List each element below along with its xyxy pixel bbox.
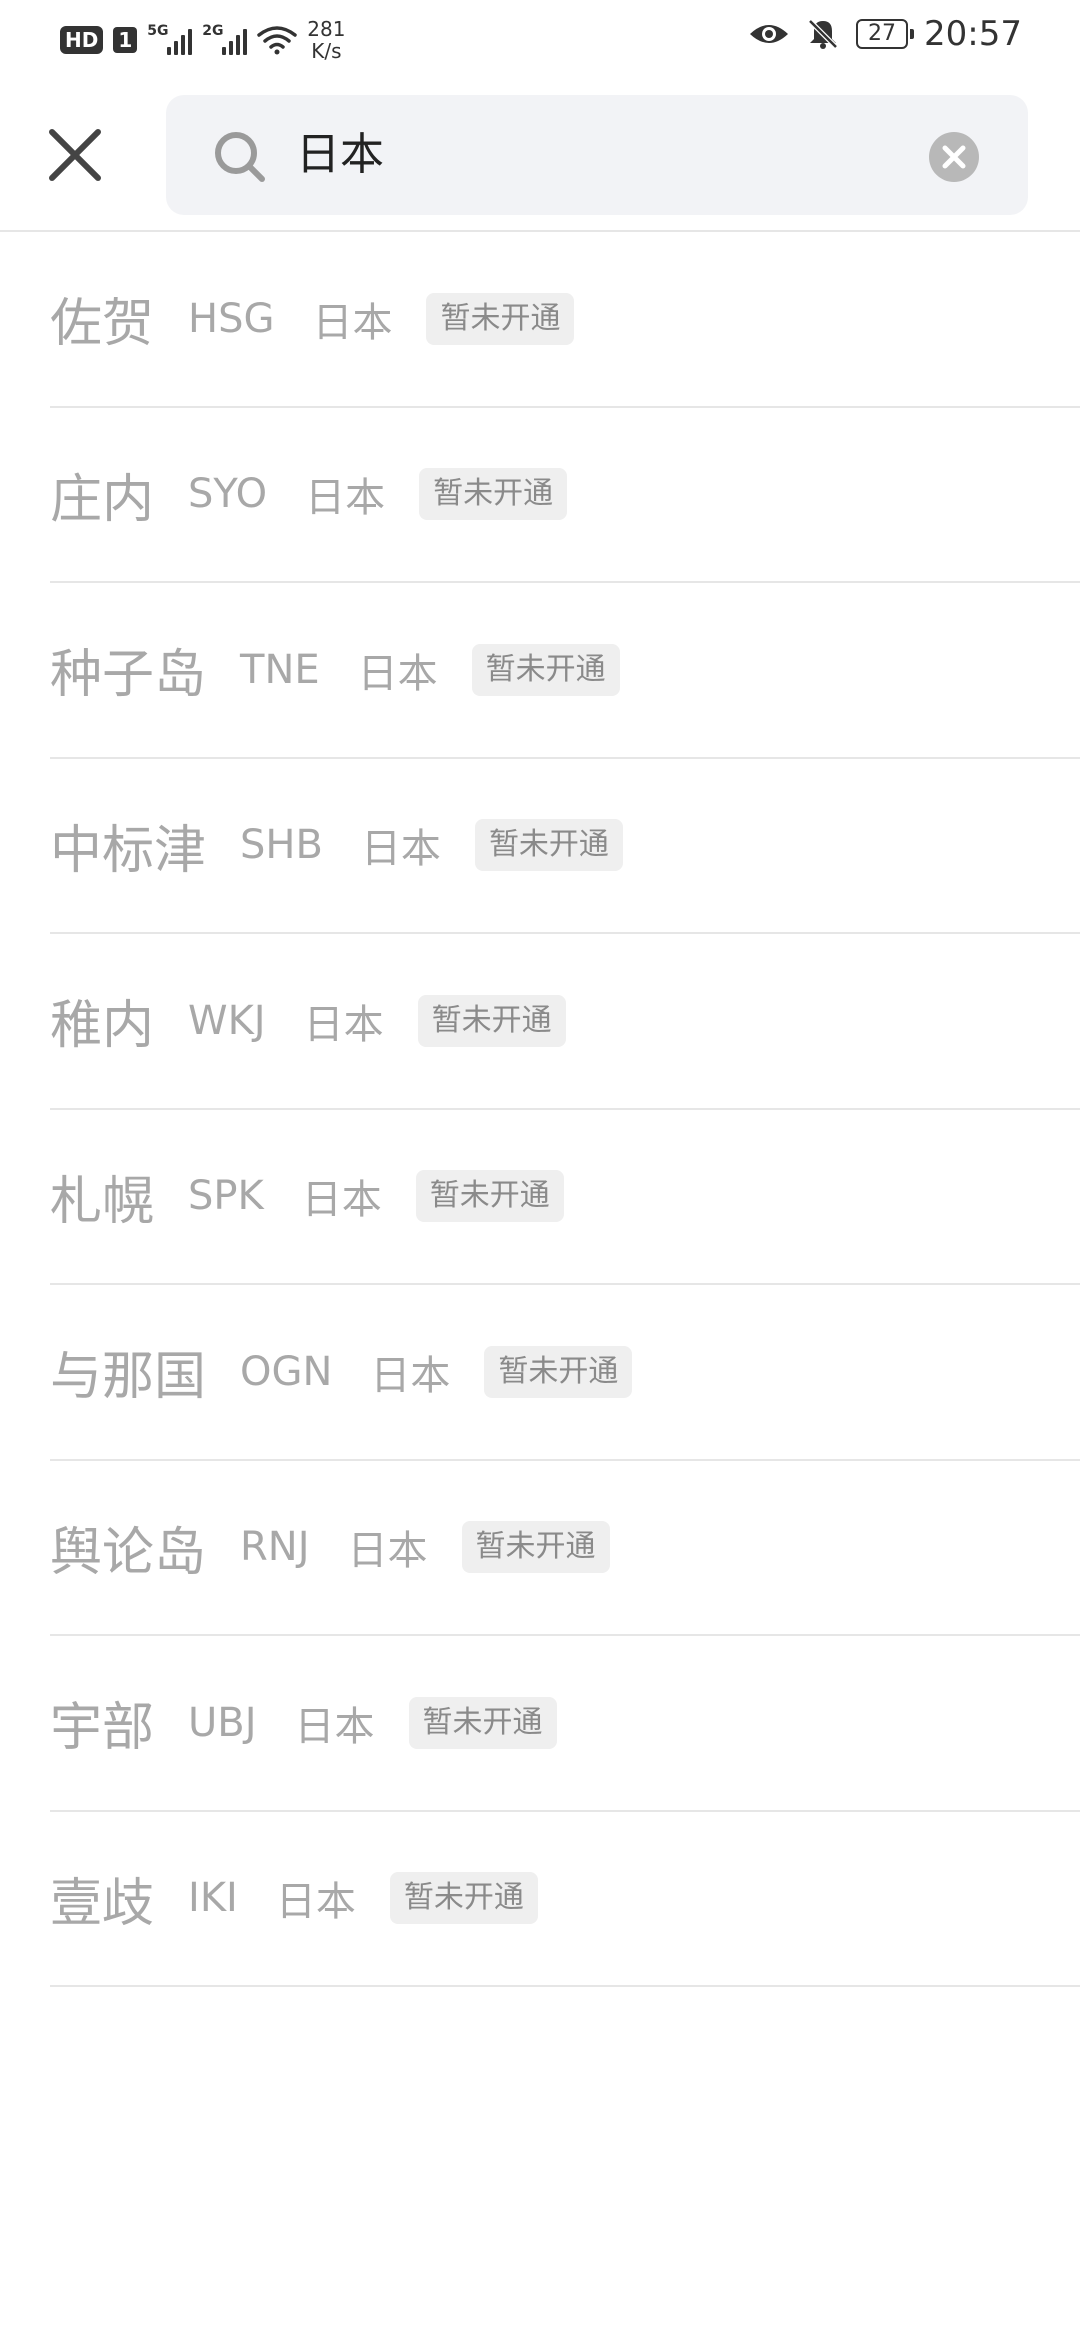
country-name: 日本: [347, 1528, 428, 1575]
list-item[interactable]: 宇部 UBJ 日本 暂未开通: [50, 1636, 1080, 1812]
status-badge: 暂未开通: [484, 1345, 633, 1398]
status-badge: 暂未开通: [417, 994, 566, 1047]
search-box[interactable]: [166, 95, 1028, 215]
airport-code: SPK: [188, 1173, 264, 1220]
status-badge: 暂未开通: [389, 1872, 538, 1925]
status-badge: 暂未开通: [415, 1170, 564, 1223]
speed-value: 281: [307, 17, 346, 41]
list-item[interactable]: 壹歧 IKI 日本 暂未开通: [50, 1812, 1080, 1987]
list-item[interactable]: 庄内 SYO 日本 暂未开通: [50, 408, 1080, 583]
airport-code: WKJ: [188, 997, 266, 1044]
country-name: 日本: [312, 299, 393, 346]
status-badge: 暂未开通: [426, 292, 575, 345]
city-name: 佐贺: [50, 294, 155, 355]
network-type-2: 2G: [202, 23, 224, 39]
airport-code: HSG: [188, 295, 275, 342]
hd-badge: HD: [60, 26, 104, 54]
status-badge: 暂未开通: [461, 1521, 610, 1574]
list-item[interactable]: 与那国 OGN 日本 暂未开通: [50, 1285, 1080, 1461]
city-name: 舆论岛: [50, 1522, 207, 1583]
airport-code: OGN: [240, 1348, 333, 1395]
signal-icon: 5G: [147, 23, 193, 55]
status-left: HD 1 5G 2G 281 K/s: [60, 18, 345, 62]
list-item[interactable]: 中标津 SHB 日本 暂未开通: [50, 759, 1080, 934]
speed-unit: K/s: [311, 39, 342, 63]
status-badge: 暂未开通: [471, 643, 620, 696]
sim-slot-badge: 1: [113, 27, 138, 53]
list-item[interactable]: 舆论岛 RNJ 日本 暂未开通: [50, 1461, 1080, 1636]
country-name: 日本: [360, 826, 441, 873]
search-input[interactable]: [296, 123, 896, 187]
battery-icon: 27: [856, 19, 915, 49]
close-icon[interactable]: [40, 120, 110, 190]
list-item[interactable]: 稚内 WKJ 日本 暂未开通: [50, 934, 1080, 1110]
country-name: 日本: [294, 1703, 375, 1750]
airport-code: UBJ: [188, 1699, 257, 1746]
airport-code: RNJ: [240, 1524, 310, 1571]
country-name: 日本: [301, 1177, 382, 1224]
signal-icon-2: 2G: [202, 23, 248, 55]
clear-icon[interactable]: [928, 131, 980, 183]
city-name: 庄内: [50, 469, 155, 530]
eye-icon: [750, 25, 789, 43]
country-name: 日本: [275, 1879, 356, 1926]
search-header: [0, 90, 1080, 230]
search-icon: [215, 132, 265, 182]
list-item[interactable]: 佐贺 HSG 日本 暂未开通: [50, 232, 1080, 408]
search-page: HD 1 5G 2G 281 K/s 27 20:57 日本 佐贺 HSG 日本…: [0, 0, 1080, 2340]
city-name: 札幌: [50, 1171, 155, 1232]
airport-code: SHB: [240, 822, 323, 869]
clock: 20:57: [924, 14, 1022, 54]
country-name: 日本: [303, 1001, 384, 1048]
status-badge: 暂未开通: [408, 1696, 557, 1749]
status-badge: 暂未开通: [474, 819, 623, 872]
network-type-1: 5G: [147, 23, 169, 39]
status-right: 27 20:57: [748, 14, 1022, 54]
city-name: 中标津: [50, 820, 207, 881]
city-name: 与那国: [50, 1347, 207, 1408]
list-item[interactable]: 种子岛 TNE 日本 暂未开通: [50, 583, 1080, 759]
status-badge: 暂未开通: [419, 468, 568, 521]
status-bar: HD 1 5G 2G 281 K/s 27 20:57: [0, 0, 1080, 80]
airport-code: IKI: [188, 1875, 238, 1922]
network-speed: 281 K/s: [307, 18, 345, 62]
city-name: 稚内: [50, 996, 155, 1057]
city-name: 宇部: [50, 1698, 155, 1759]
country-name: 日本: [370, 1352, 451, 1399]
country-name: 日本: [305, 475, 386, 522]
bell-muted-icon: [808, 19, 838, 49]
list-item[interactable]: 札幌 SPK 日本 暂未开通: [50, 1110, 1080, 1285]
airport-code: SYO: [188, 471, 268, 518]
city-name: 壹歧: [50, 1873, 155, 1934]
city-name: 种子岛: [50, 645, 207, 706]
results-list: 佐贺 HSG 日本 暂未开通 庄内 SYO 日本 暂未开通 种子岛 TNE 日本 暂未开通 中标津 SHB…: [0, 232, 1080, 1987]
country-name: 日本: [357, 650, 438, 697]
wifi-icon: [257, 26, 298, 55]
airport-code: TNE: [240, 646, 320, 693]
